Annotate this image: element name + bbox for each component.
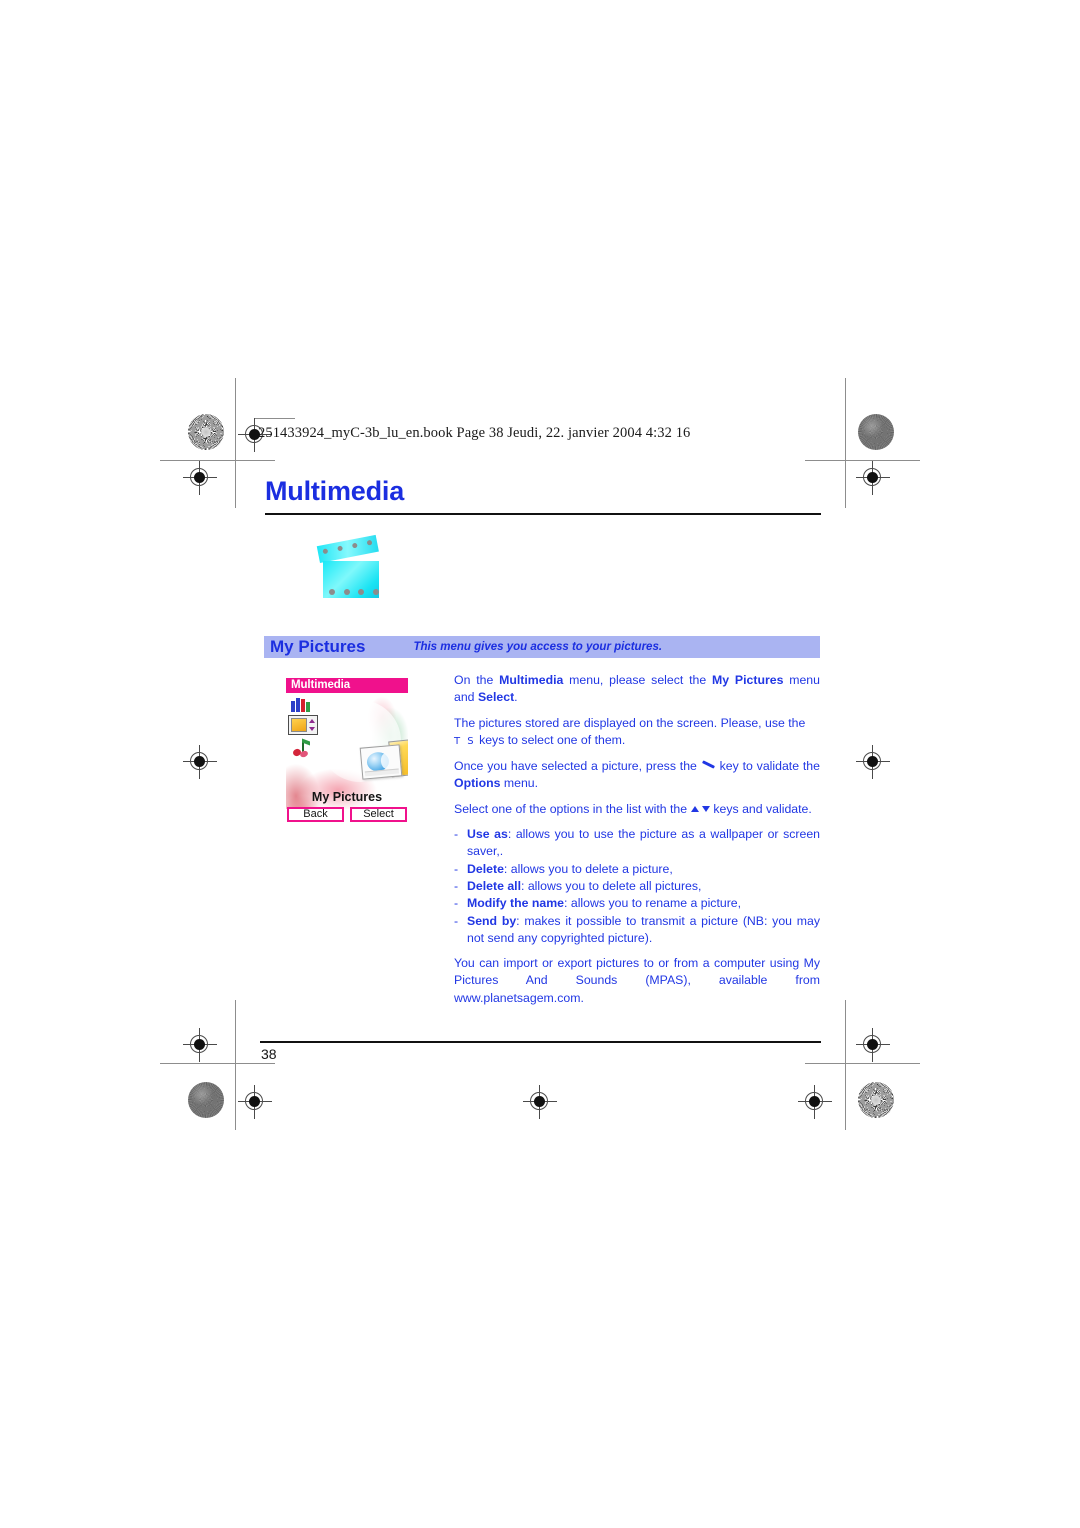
two-photos-with-globe-icon xyxy=(319,700,408,782)
trim-line-left-bottom xyxy=(235,1000,236,1130)
section-banner: My Pictures This menu gives you access t… xyxy=(264,636,820,658)
picture-frame-icon xyxy=(288,715,318,735)
footer-divider xyxy=(260,1041,821,1043)
phone-softkey-bar: Back Select xyxy=(287,807,407,822)
page-number: 38 xyxy=(261,1046,277,1062)
registration-noise-disc-top-right xyxy=(858,414,894,450)
paragraph-validate-options: Once you have selected a picture, press … xyxy=(454,759,820,791)
registration-crosshair-left-lower xyxy=(183,1028,217,1062)
paragraph-pictures-displayed: The pictures stored are displayed on the… xyxy=(454,715,806,747)
trim-line-left-top xyxy=(235,378,236,508)
trim-line-right-top xyxy=(845,378,846,508)
registration-noise-disc-bottom-left xyxy=(188,1082,224,1118)
trim-line-right-bottom xyxy=(845,1000,846,1130)
section-caption: This menu gives you access to your pictu… xyxy=(413,641,663,653)
navigation-keys-glyph: T S xyxy=(454,735,476,747)
registration-crosshair-right-mid xyxy=(856,745,890,779)
page-title: Multimedia xyxy=(265,476,405,506)
list-item: - Delete all: allows you to delete all pi… xyxy=(454,878,702,893)
trim-line-bottom-right xyxy=(805,1063,920,1064)
registration-starburst-top-left xyxy=(188,414,224,450)
list-item: - Send by: makes it possible to transmit … xyxy=(454,913,820,945)
title-divider xyxy=(265,513,821,515)
print-header-filename: 251433924_myC-3b_lu_en.book Page 38 Jeud… xyxy=(258,425,691,441)
phone-title-bar: Multimedia xyxy=(286,678,408,693)
phone-icon-column xyxy=(287,697,321,761)
options-list: - Use as: allows you to use the picture a… xyxy=(454,826,820,947)
list-item: - Use as: allows you to use the picture a… xyxy=(454,827,821,859)
down-arrow-key-glyph xyxy=(701,805,710,812)
list-item: - Modify the name: allows you to rename a… xyxy=(454,896,742,911)
section-title: My Pictures xyxy=(270,637,366,656)
phone-screen-illustration: Multimedia My Pictures Back Select xyxy=(286,678,408,823)
clapperboard-icon xyxy=(316,534,386,599)
softkey-back[interactable]: Back xyxy=(287,807,344,822)
registration-crosshair-bottom-center xyxy=(523,1085,557,1119)
phone-title-label: Multimedia xyxy=(291,679,351,691)
registration-crosshair-right-lower xyxy=(856,1028,890,1062)
registration-crosshair-bottom-left-inner xyxy=(238,1085,272,1119)
paragraph-select-option: Select one of the options in the list wi… xyxy=(454,801,812,816)
registration-crosshair-right-upper xyxy=(856,461,890,495)
softkey-select[interactable]: Select xyxy=(350,807,407,822)
phone-caption-label: My Pictures xyxy=(311,790,383,804)
registration-crosshair-left-upper xyxy=(183,461,217,495)
trim-line-top-left xyxy=(160,460,275,461)
registration-crosshair-left-mid xyxy=(183,745,217,779)
instructions-body: On the Multimedia menu, please select th… xyxy=(454,672,820,1015)
trim-line-bottom-left xyxy=(160,1063,275,1064)
registration-starburst-bottom-right xyxy=(858,1082,894,1118)
list-item: - Delete: allows you to delete a picture, xyxy=(454,861,673,876)
registration-crosshair-bottom-right-inner xyxy=(798,1085,832,1119)
document-page: 251433924_myC-3b_lu_en.book Page 38 Jeud… xyxy=(0,0,1080,1528)
select-key-glyph xyxy=(701,762,716,771)
up-arrow-key-glyph xyxy=(690,805,699,812)
paragraph-mpas-transfer: You can import or export pictures to or … xyxy=(454,956,820,1005)
music-note-icon xyxy=(291,738,311,759)
paragraph-select-menu: On the Multimedia menu, please select th… xyxy=(454,673,820,705)
bar-chart-icon xyxy=(290,697,310,712)
